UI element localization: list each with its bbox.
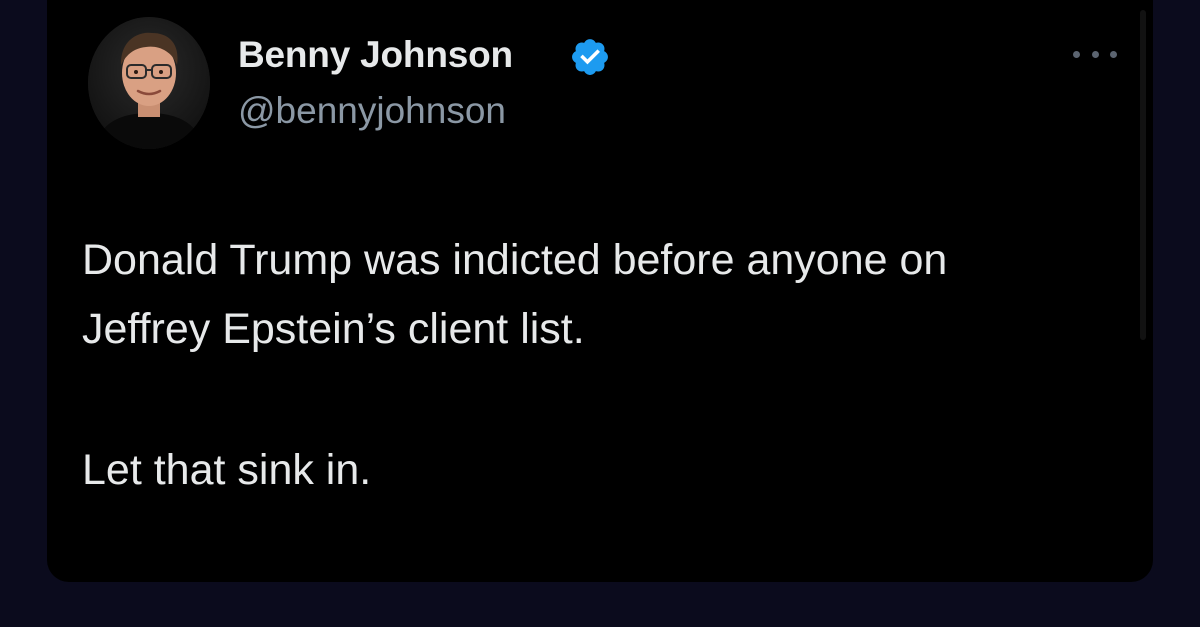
author-handle[interactable]: @bennyjohnson [238, 90, 506, 132]
author-name[interactable]: Benny Johnson [238, 34, 513, 76]
more-dot [1073, 50, 1080, 58]
scrollbar[interactable] [1140, 10, 1146, 340]
more-horizontal-icon[interactable] [1073, 45, 1117, 63]
verified-badge-icon [572, 39, 608, 75]
tweet-text-line: Jeffrey Epstein’s client list. [82, 305, 585, 353]
tweet-text-line: Donald Trump was indicted before anyone … [82, 236, 948, 284]
more-dot [1110, 50, 1117, 58]
more-dot [1091, 50, 1099, 58]
tweet-text-line: Let that sink in. [82, 446, 372, 494]
author-avatar[interactable] [88, 17, 210, 149]
